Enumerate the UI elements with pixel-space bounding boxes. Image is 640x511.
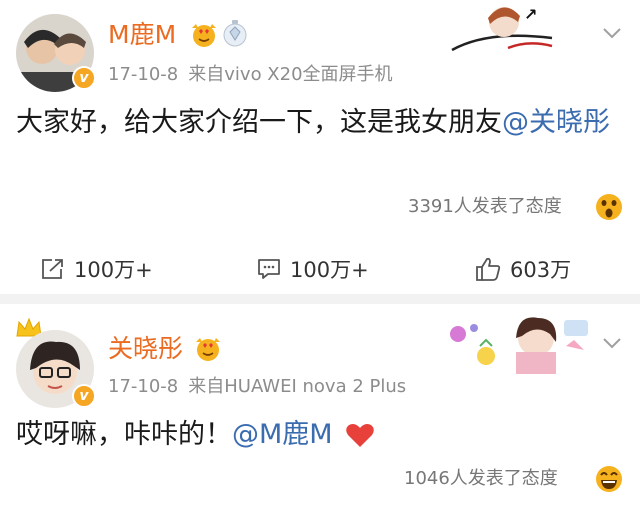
post-text-body: 大家好，给大家介绍一下，这是我女朋友 — [16, 107, 502, 138]
grinning-face-icon[interactable] — [594, 464, 624, 494]
heart-eyes-badge-icon — [192, 24, 216, 47]
reaction-count[interactable]: 1046人发表了态度 — [404, 467, 558, 491]
mention-link[interactable]: @M鹿M — [232, 419, 333, 450]
post-divider — [0, 294, 640, 304]
post-text-body: 哎呀嘛，咔咔的！ — [16, 419, 232, 450]
comment-button[interactable]: 100万+ — [256, 254, 369, 284]
share-icon — [42, 259, 63, 279]
author-name[interactable]: M鹿M — [108, 20, 176, 50]
post-source: 来自vivo X20全面屏手机 — [188, 64, 393, 85]
weibo-post-2: v 关晓彤 17-10-8 来自HUAWEI nova 2 Plus 哎呀嘛，咔咔… — [0, 304, 640, 511]
post-text: 大家好，给大家介绍一下，这是我女朋友@关晓彤 — [16, 102, 616, 144]
author-name[interactable]: 关晓彤 — [108, 334, 183, 364]
post-source: 来自HUAWEI nova 2 Plus — [188, 376, 407, 397]
comment-icon — [258, 259, 280, 279]
repost-count: 100万+ — [74, 258, 153, 282]
verified-badge-icon: v — [72, 384, 96, 408]
post-time: 17-10-8 — [108, 64, 179, 85]
heart-eyes-badge-icon — [196, 338, 220, 361]
post-meta: 17-10-8 来自vivo X20全面屏手机 — [108, 64, 393, 86]
card-decoration-icon — [450, 317, 588, 374]
chevron-down-icon[interactable] — [602, 336, 622, 350]
post-time: 17-10-8 — [108, 376, 179, 397]
like-button[interactable]: 603万 — [474, 254, 571, 284]
verified-badge-icon: v — [72, 66, 96, 90]
weibo-post-1: v M鹿M 17-10-8 来自vivo X20全面屏手机 ↗ 大家好，给大家介绍… — [0, 0, 640, 294]
card-decoration-icon: ↗ — [451, 5, 553, 52]
like-count: 603万 — [510, 258, 572, 282]
repost-button[interactable]: 100万+ — [40, 254, 153, 284]
post-text: 哎呀嘛，咔咔的！@M鹿M — [16, 414, 616, 456]
heart-icon — [346, 423, 374, 447]
comment-count: 100万+ — [290, 258, 369, 282]
thumbs-up-icon — [476, 257, 501, 281]
post-meta: 17-10-8 来自HUAWEI nova 2 Plus — [108, 376, 406, 398]
reaction-count[interactable]: 3391人发表了态度 — [408, 195, 562, 219]
action-bar: 100万+ 100万+ 603万 — [0, 244, 640, 294]
surprised-face-icon[interactable] — [594, 192, 624, 222]
chevron-down-icon[interactable] — [602, 26, 622, 40]
svg-text:↗: ↗ — [524, 5, 537, 24]
diamond-badge-icon — [223, 20, 247, 47]
mention-link[interactable]: @关晓彤 — [502, 107, 610, 138]
